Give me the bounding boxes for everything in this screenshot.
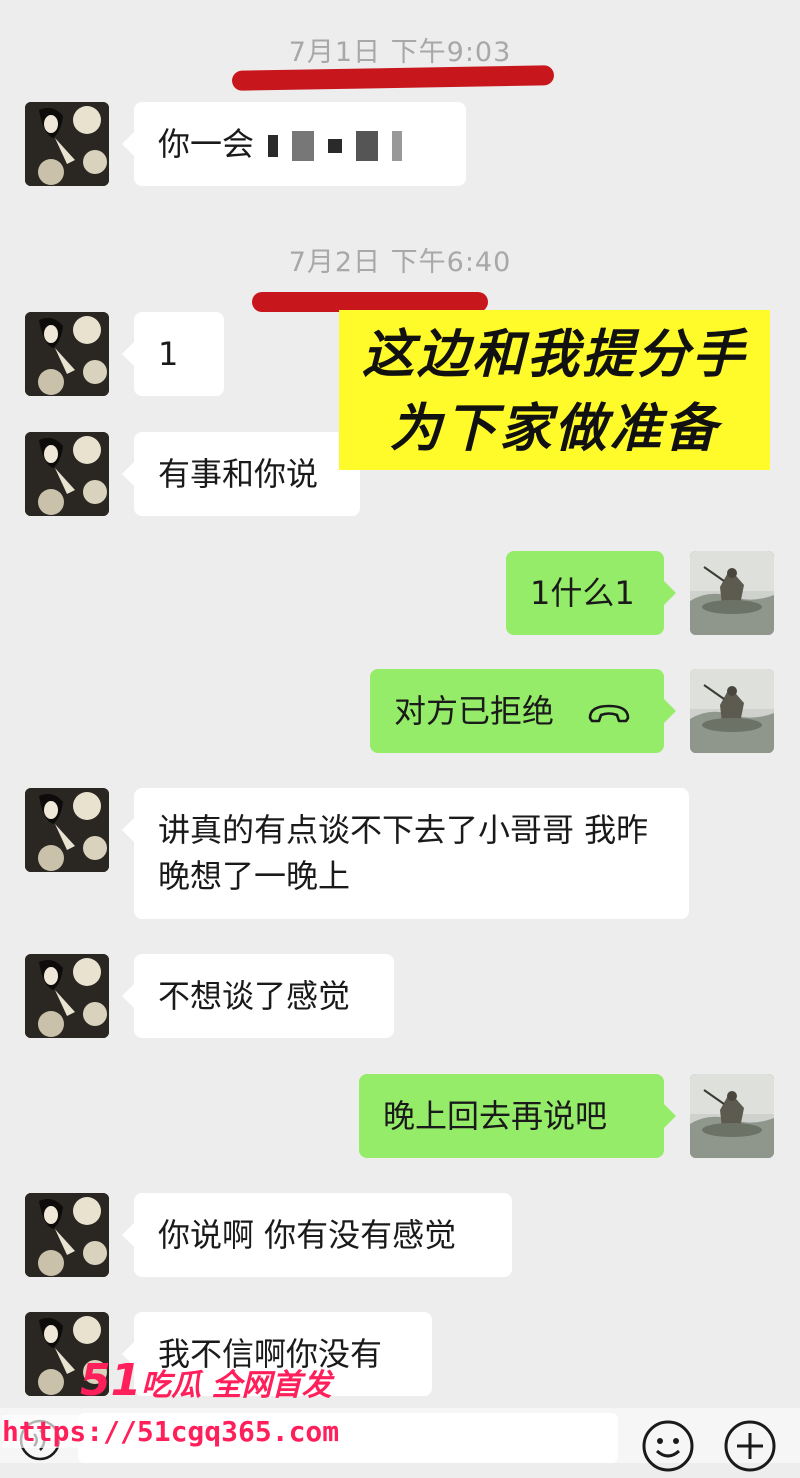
contact-avatar[interactable]	[25, 788, 109, 872]
message-bubble[interactable]: 晚上回去再说吧	[359, 1074, 676, 1158]
watermark-url: https://51cgq365.com	[2, 1415, 340, 1448]
message-text: 有事和你说	[158, 455, 319, 493]
message-text: 对方已拒绝	[394, 692, 555, 730]
site-watermark: 51吃瓜 全网首发 https://51cgq365.com	[0, 1355, 340, 1463]
message-bubble[interactable]: 你说啊 你有没有感觉	[122, 1193, 512, 1277]
message-text: 1什么1	[530, 574, 635, 612]
message-text: 你一会	[158, 125, 255, 163]
contact-avatar[interactable]	[25, 1193, 109, 1277]
message-bubble[interactable]: 1什么1	[506, 551, 676, 635]
message-bubble[interactable]: 不想谈了感觉	[122, 954, 394, 1038]
censored-text	[268, 135, 279, 157]
contact-avatar[interactable]	[25, 102, 109, 186]
watermark-title: 51吃瓜 全网首发	[80, 1355, 332, 1406]
my-avatar[interactable]	[690, 669, 774, 753]
call-declined-icon	[586, 690, 632, 736]
red-underline	[252, 292, 488, 312]
message-text: 讲真的有点谈不下去了小哥哥 我昨晚想了一晚上	[158, 811, 649, 895]
message-bubble[interactable]: 对方已拒绝	[370, 669, 676, 753]
message-bubble[interactable]: 讲真的有点谈不下去了小哥哥 我昨晚想了一晚上	[122, 788, 689, 919]
message-text: 你说啊 你有没有感觉	[158, 1216, 457, 1254]
caption-line-1: 这边和我提分手	[361, 325, 747, 385]
message-bubble[interactable]: 1	[122, 312, 224, 396]
contact-avatar[interactable]	[25, 312, 109, 396]
caption-sticker: 这边和我提分手 为下家做准备	[339, 310, 770, 470]
timestamp-2: 7月2日 下午6:40	[288, 247, 512, 278]
censored-text	[292, 131, 315, 161]
message-text: 1	[158, 335, 179, 373]
message-text: 不想谈了感觉	[158, 977, 351, 1015]
censored-text	[392, 131, 403, 161]
message-bubble[interactable]: 你一会	[122, 102, 466, 186]
contact-avatar[interactable]	[25, 432, 109, 516]
contact-avatar[interactable]	[25, 954, 109, 1038]
plus-icon[interactable]	[722, 1418, 778, 1478]
timestamp-1: 7月1日 下午9:03	[288, 37, 512, 68]
censored-text	[328, 139, 343, 153]
red-underline	[231, 65, 555, 91]
message-bubble[interactable]: 有事和你说	[122, 432, 360, 516]
my-avatar[interactable]	[690, 1074, 774, 1158]
censored-text	[356, 131, 379, 161]
message-text: 晚上回去再说吧	[383, 1097, 608, 1135]
my-avatar[interactable]	[690, 551, 774, 635]
caption-line-2: 为下家做准备	[389, 399, 720, 459]
emoji-icon[interactable]	[640, 1418, 696, 1478]
